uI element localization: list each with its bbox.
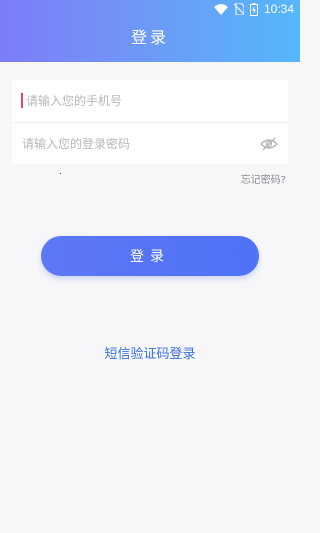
stray-dot <box>60 173 61 174</box>
sms-login-link[interactable]: 短信验证码登录 <box>0 343 300 362</box>
phone-input[interactable] <box>22 94 246 108</box>
password-input[interactable] <box>22 136 242 151</box>
phone-field <box>12 80 288 122</box>
text-cursor <box>21 93 23 108</box>
password-field <box>12 122 288 164</box>
status-bar: 10:34 <box>213 0 300 18</box>
status-time: 10:34 <box>263 2 294 16</box>
eye-off-icon[interactable] <box>260 136 278 152</box>
page-title: 登录 <box>130 28 169 47</box>
login-button[interactable]: 登录 <box>41 236 259 276</box>
header-bar: 10:34 登录 <box>0 0 300 62</box>
battery-icon <box>249 2 258 16</box>
forgot-password-link[interactable]: 忘记密码? <box>241 171 286 186</box>
no-sim-icon <box>233 3 244 15</box>
login-screen: 10:34 登录 忘记密码? 登录 短信验证码登录 <box>0 0 300 533</box>
login-form <box>12 80 288 164</box>
wifi-icon <box>213 3 228 15</box>
